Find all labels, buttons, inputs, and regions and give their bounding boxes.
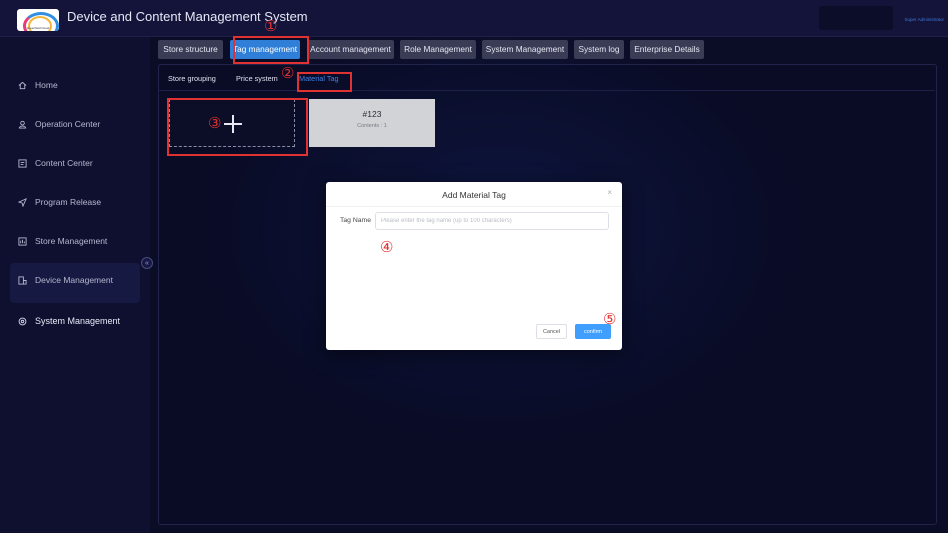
app-root: Greenfield Cloud Device and Content Mana… (0, 0, 948, 533)
sidebar-item-program-release[interactable]: Program Release (18, 192, 101, 212)
tag-name: #123 (362, 109, 382, 119)
step-marker-3: ③ (208, 115, 222, 132)
tag-content-count: Contents : 1 (357, 123, 387, 129)
subtab-store-grouping[interactable]: Store grouping (168, 74, 216, 83)
store-icon (18, 236, 27, 246)
tab-role-management[interactable]: Role Management (400, 40, 476, 59)
highlight-material-tag (297, 72, 352, 92)
dialog-title: Add Material Tag (442, 190, 506, 200)
sidebar-item-label: Home (35, 80, 58, 90)
highlight-tag-management (233, 36, 309, 64)
company-logo: Greenfield Cloud (17, 9, 59, 31)
sidebar-item-label: Store Management (35, 236, 108, 246)
sidebar-collapse-button[interactable]: « (141, 257, 153, 269)
sidebar-item-label: Operation Center (35, 119, 101, 129)
top-bar: Greenfield Cloud Device and Content Mana… (0, 0, 948, 37)
operation-icon (18, 120, 27, 129)
tab-enterprise-details[interactable]: Enterprise Details (630, 40, 704, 59)
step-marker-5: ⑤ (603, 311, 617, 328)
tag-name-input[interactable] (375, 212, 609, 230)
highlight-add-card (167, 98, 308, 156)
close-icon[interactable]: × (607, 188, 612, 197)
sidebar-item-label: Program Release (35, 197, 102, 207)
step-marker-1: ① (264, 18, 278, 35)
tag-card[interactable]: #123 Contents : 1 (309, 99, 435, 147)
device-icon (18, 275, 27, 285)
chevron-left-icon: « (145, 259, 149, 267)
tab-store-structure[interactable]: Store structure (158, 40, 223, 59)
tab-system-management[interactable]: System Management (482, 40, 568, 59)
sidebar-item-home[interactable]: Home (18, 75, 58, 95)
cancel-button[interactable]: Cancel (536, 324, 567, 339)
sidebar-item-label: Device Management (35, 275, 113, 285)
subtab-divider (158, 90, 935, 91)
logo-text: Greenfield Cloud (26, 26, 50, 30)
tab-account-management[interactable]: Account management (307, 40, 394, 59)
sidebar-item-device-management[interactable]: Device Management (18, 270, 113, 290)
sidebar-item-content-center[interactable]: Content Center (18, 153, 93, 173)
user-role[interactable]: Super Administrator (904, 17, 944, 22)
add-material-tag-dialog: Add Material Tag × Tag Name Cancel confi… (326, 182, 622, 350)
tag-name-label: Tag Name (340, 217, 371, 224)
sidebar-item-system-management[interactable]: System Management (18, 311, 120, 331)
step-marker-4: ④ (380, 239, 394, 256)
step-marker-2: ② (281, 65, 295, 82)
home-icon (18, 81, 27, 90)
subtab-price-system[interactable]: Price system (236, 74, 278, 83)
tab-system-log[interactable]: System log (574, 40, 624, 59)
sidebar-item-store-management[interactable]: Store Management (18, 231, 107, 251)
sidebar-item-label: Content Center (35, 158, 93, 168)
user-menu[interactable] (819, 6, 893, 30)
dialog-divider (326, 206, 622, 207)
send-icon (18, 197, 27, 207)
sidebar-item-label: System Management (35, 316, 121, 326)
content-icon (18, 158, 27, 168)
sidebar-item-operation-center[interactable]: Operation Center (18, 114, 100, 134)
settings-icon (18, 317, 27, 326)
